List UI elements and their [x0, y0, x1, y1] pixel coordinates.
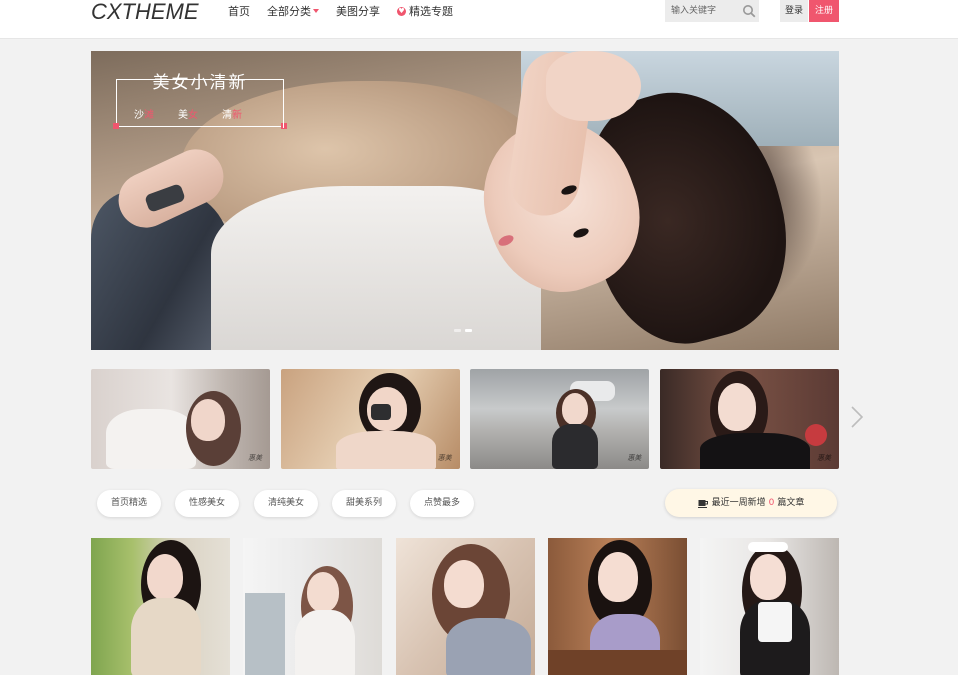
nav-all-categories[interactable]: 全部分类 [267, 3, 319, 19]
thumb-face [562, 393, 589, 425]
slider-pagination [454, 329, 472, 332]
hero-banner[interactable]: 美女小清新 沙滩 美女 清新 [91, 51, 839, 350]
hero-title: 美女小清新 [152, 73, 248, 93]
search-icon[interactable] [742, 4, 756, 18]
hero-hand [546, 51, 641, 121]
slider-dot-active[interactable] [465, 329, 472, 332]
gallery-card[interactable] [700, 538, 839, 675]
recent-suffix: 篇文章 [777, 498, 805, 508]
gallery-card[interactable] [547, 538, 687, 675]
thumb-signature: 惠美 [248, 454, 262, 462]
card-table [547, 650, 687, 675]
heart-icon: ♥ [397, 6, 406, 16]
filter-most-liked[interactable]: 点赞最多 [410, 490, 474, 517]
recent-prefix: 最近一周新增 [711, 498, 766, 508]
thumb-face [191, 399, 225, 441]
card-face [443, 560, 484, 608]
hero-tags: 沙滩 美女 清新 [134, 106, 242, 121]
hero-tag: 美女 [178, 110, 198, 121]
nav-gallery-share-label: 美图分享 [336, 5, 380, 18]
gallery-row [91, 538, 839, 675]
card-face [750, 554, 786, 600]
caret-down-icon [313, 9, 319, 13]
thumb-signature: 惠美 [437, 454, 452, 462]
hero-caption-corner [113, 123, 119, 129]
gallery-card[interactable] [243, 538, 383, 675]
hero-caption: 美女小清新 沙滩 美女 清新 [113, 73, 287, 129]
gallery-card[interactable] [91, 538, 230, 675]
thumbnail-row: 惠美 惠美 惠美 惠美 [91, 369, 839, 469]
thumb-signature: 惠美 [627, 454, 642, 462]
card-face [307, 572, 340, 612]
filter-sweet[interactable]: 甜美系列 [332, 490, 396, 517]
login-button[interactable]: 登录 [780, 0, 808, 22]
hero-tag: 清新 [222, 110, 242, 121]
filter-pure[interactable]: 清纯美女 [254, 490, 318, 517]
thumbnail-card[interactable]: 惠美 [91, 369, 270, 469]
gallery-card[interactable] [395, 538, 535, 675]
thumb-face [717, 383, 756, 431]
search-input[interactable] [665, 0, 737, 22]
card-face [147, 554, 183, 600]
recent-count: 0 [768, 498, 775, 508]
nav-home[interactable]: 首页 [228, 3, 250, 19]
nav-featured-topics-label: 精选专题 [409, 5, 453, 18]
card-face [597, 552, 638, 602]
nav-gallery-share[interactable]: 美图分享 [336, 3, 380, 19]
slider-dot[interactable] [454, 329, 461, 332]
hero-caption-corner [281, 123, 287, 129]
search-box [665, 0, 759, 22]
card-headband [748, 542, 788, 552]
thumbnail-card[interactable]: 惠美 [659, 369, 839, 469]
camera-icon [370, 404, 391, 420]
coffee-cup-icon [697, 499, 708, 508]
nav-home-label: 首页 [228, 5, 250, 18]
thumb-figure [552, 424, 599, 469]
card-apron [758, 602, 792, 642]
thumb-decor [804, 424, 827, 446]
nav-featured-topics[interactable]: ♥ 精选专题 [397, 3, 453, 19]
register-button[interactable]: 注册 [809, 0, 839, 22]
thumbnail-card[interactable]: 惠美 [280, 369, 460, 469]
card-figure [295, 610, 356, 675]
main-nav: 首页 全部分类 美图分享 ♥ 精选专题 [228, 0, 470, 22]
thumbnail-card[interactable]: 惠美 [470, 369, 650, 469]
thumb-figure [106, 409, 196, 469]
card-figure [445, 618, 531, 675]
filter-sexy[interactable]: 性感美女 [175, 490, 239, 517]
thumb-figure [335, 431, 436, 469]
chevron-right-icon[interactable] [849, 404, 865, 430]
card-figure [131, 598, 201, 675]
filter-featured[interactable]: 首页精选 [97, 490, 161, 517]
site-header: CXTHEME 首页 全部分类 美图分享 ♥精选专题 登录 注册 [0, 0, 958, 39]
site-logo[interactable]: CXTHEME [91, 0, 199, 24]
thumb-figure [699, 433, 810, 469]
card-shelf [245, 593, 286, 675]
recent-posts-badge[interactable]: 最近一周新增 0 篇文章 [665, 489, 837, 517]
thumb-signature: 惠美 [816, 454, 831, 462]
nav-all-categories-label: 全部分类 [267, 5, 311, 18]
hero-tag: 沙滩 [134, 110, 154, 121]
